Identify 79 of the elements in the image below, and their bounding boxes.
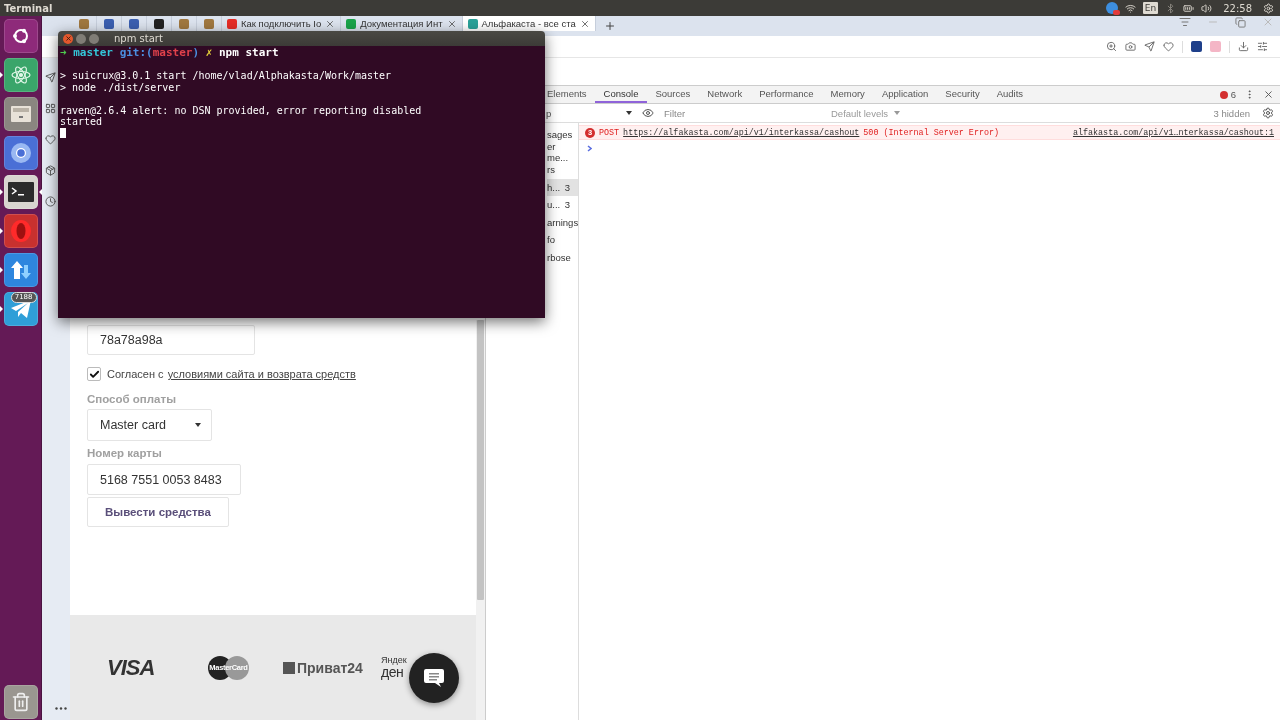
devtools-tab[interactable]: Memory [822,86,874,103]
maximize-icon[interactable] [89,33,99,44]
send-icon[interactable] [1144,41,1155,52]
field-label: Способ оплаты [87,393,176,405]
eye-icon[interactable] [642,107,654,119]
devtools-tab[interactable]: Network [698,86,751,103]
sidebar-item[interactable]: sages [547,126,578,144]
sidebar-item[interactable]: er me... [547,143,578,161]
devtools-tab[interactable]: Console [595,86,647,103]
hidden-count: 3 hidden [1213,107,1250,119]
sidebar-item[interactable]: h... 3 [547,178,578,196]
battery-icon[interactable] [1183,2,1195,14]
request-link[interactable]: https://alfakasta.com/api/v1/interkassa/cashout [623,127,860,138]
error-count[interactable]: 6 [1219,89,1236,100]
caret-icon [894,111,901,115]
chat-icon [423,668,445,688]
devtools-tab[interactable]: Security [936,86,989,103]
context-select[interactable]: p [546,107,636,119]
grid-icon[interactable] [45,103,56,114]
new-tab-icon[interactable] [603,20,616,32]
sidebar-item[interactable]: rs [547,161,578,179]
send-icon[interactable] [45,72,56,83]
close-icon[interactable] [1263,89,1274,100]
withdraw-button[interactable]: Вывести средства [87,497,229,527]
tab-menu-icon[interactable] [1179,16,1191,28]
sidebar-item[interactable]: arnings [547,213,578,231]
minimize-icon[interactable] [76,33,86,44]
settings-icon[interactable] [1262,107,1274,119]
devtools-tab[interactable]: Elements [547,86,596,103]
agree-text: Согласен с [107,368,164,380]
privat24-logo: Приват24 [283,659,363,676]
active-app-title: Terminal [4,2,53,14]
source-link[interactable]: alfakasta.com/api/v1…nterkassa/cashout:1 [1072,127,1274,138]
heart-icon[interactable] [1163,41,1174,52]
wifi-icon[interactable] [1124,2,1136,14]
input-field[interactable]: 5168 7551 0053 8483 [87,464,241,495]
extension-icon[interactable] [1191,41,1202,52]
field-label: Номер карты [87,447,162,459]
sidebar-item[interactable]: u... 3 [547,196,578,214]
keyboard-layout-indicator[interactable]: En [1142,2,1159,14]
yandex-money-logo: Яндек ден [381,656,407,679]
terminal-output-line: > node ./dist/server [60,81,182,93]
volume-icon[interactable] [1201,2,1213,14]
zoom-icon[interactable] [1106,41,1117,52]
devtools-tab[interactable]: Performance [750,86,823,103]
terminal-output-line: > suicrux@3.0.1 start /home/vlad/Alphakasta/Work/master [60,70,393,82]
terminal-output-line: started [60,116,104,128]
browser-tab[interactable]: Альфакаста - все ста [462,16,596,31]
visa-logo: VISA [107,654,155,681]
prompt-line: ➜ master git:(master) ✗ npm start [60,47,280,59]
clock-icon[interactable] [45,196,56,207]
checkbox[interactable] [87,367,101,381]
settings-icon[interactable] [1257,41,1268,52]
clock[interactable]: 22:58 [1223,2,1252,14]
payment-select[interactable]: Master card [87,409,212,441]
scrollbar[interactable] [476,320,485,720]
input-field[interactable]: 78a78a98a [87,325,255,355]
notification-icon[interactable] [1105,2,1118,14]
devtools-tab[interactable]: Sources [646,86,699,103]
chat-button[interactable] [409,653,459,703]
sidebar-item[interactable]: fo [547,231,578,249]
devtools-tab[interactable]: Application [873,86,937,103]
close-icon[interactable] [63,33,73,44]
more-icon[interactable] [55,707,67,710]
window-title: npm start [114,33,163,44]
terminal-output-line: raven@2.6.4 alert: no DSN provided, error reporting disabled [60,104,423,116]
trash-icon[interactable] [3,685,38,719]
devtools-tab[interactable]: Audits [988,86,1032,103]
close-icon[interactable] [446,18,457,29]
sidebar-item[interactable]: rbose [547,248,578,266]
box-icon[interactable] [45,165,56,176]
camera-icon[interactable] [1125,41,1136,52]
chevron-icon [587,145,592,152]
download-icon[interactable] [1238,41,1249,52]
close-icon[interactable] [325,18,336,29]
caret-icon [195,423,201,427]
heart-icon[interactable] [45,134,56,145]
close-icon[interactable] [579,18,590,29]
terms-link[interactable]: условиями сайта и возврата средств [167,368,356,380]
